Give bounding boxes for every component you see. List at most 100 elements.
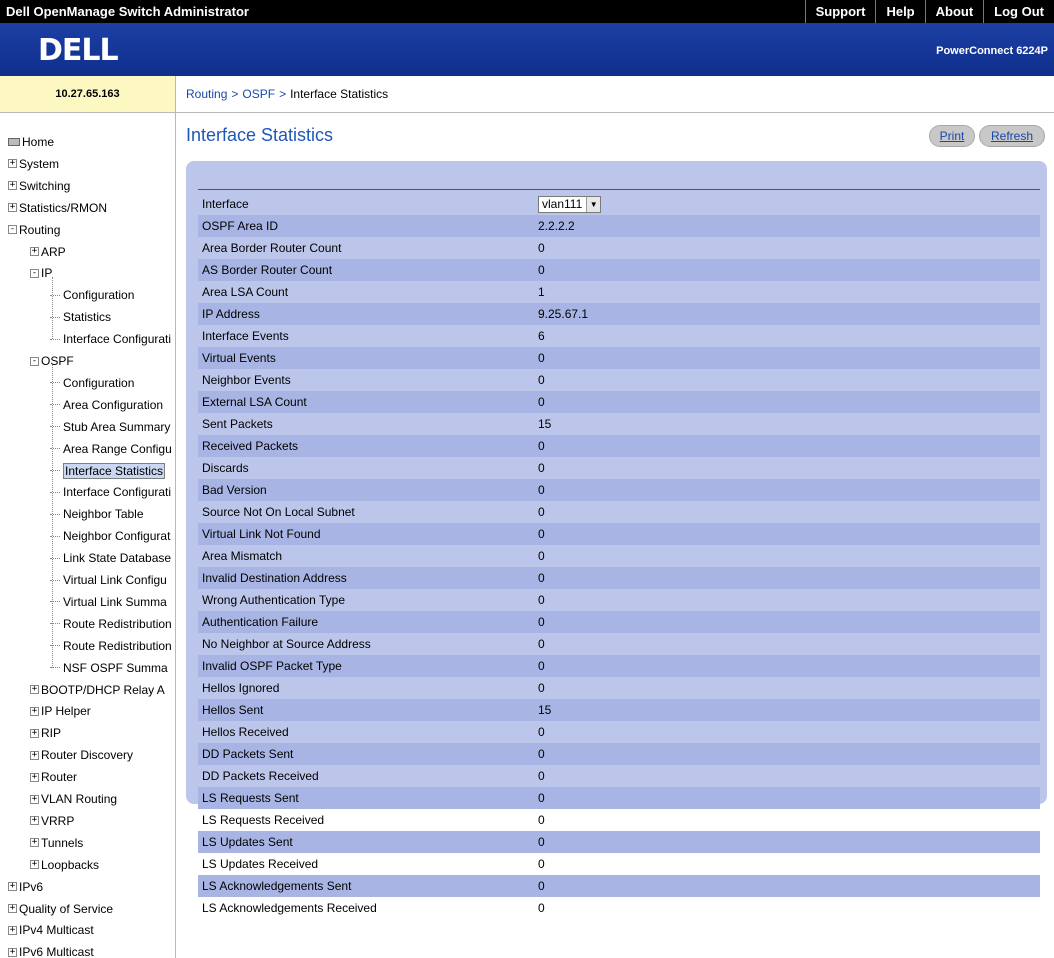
sidebar-item[interactable]: + IP Helper [30,701,91,721]
sidebar-item[interactable]: Area Configuration [50,395,163,415]
expand-icon[interactable]: + [30,685,39,694]
expand-icon[interactable]: + [8,947,17,957]
sidebar-item[interactable]: + Tunnels [30,833,83,853]
stat-value: 0 [538,241,545,255]
stat-label: Virtual Events [202,351,276,365]
expand-icon[interactable]: + [30,247,39,256]
sidebar-item[interactable]: + Loopbacks [30,855,99,875]
stat-label: Sent Packets [202,417,273,431]
sidebar-item[interactable]: Virtual Link Summa [50,592,167,612]
stat-value: 0 [538,483,545,497]
sidebar-item[interactable]: + Router Discovery [30,745,133,765]
table-row: Virtual Link Not Found 0 [198,523,1040,545]
refresh-button[interactable]: Refresh [979,125,1045,147]
stat-label: Hellos Ignored [202,681,280,695]
table-row: LS Requests Received 0 [198,809,1040,831]
sidebar-item-label: BOOTP/DHCP Relay A [41,682,165,697]
expand-icon[interactable]: + [30,794,39,804]
breadcrumb-ospf[interactable]: OSPF [242,87,275,101]
table-row: LS Requests Sent 0 [198,787,1040,809]
sidebar-item[interactable]: Configuration [50,373,134,393]
table-row: LS Acknowledgements Received 0 [198,897,1040,919]
table-row: External LSA Count 0 [198,391,1040,413]
table-row: No Neighbor at Source Address 0 [198,633,1040,655]
sidebar-item[interactable]: - Routing [8,220,60,240]
dell-logo: DELL [38,33,119,68]
stat-value: 0 [538,571,545,585]
sidebar-item[interactable]: + Router [30,767,77,787]
expand-icon[interactable]: + [8,925,17,935]
sidebar-item[interactable]: + ARP [30,242,66,262]
sidebar-item[interactable]: + System [8,154,59,174]
sidebar-item[interactable]: + RIP [30,723,61,743]
sidebar-item-label: IP [41,266,53,281]
help-link[interactable]: Help [875,0,924,23]
interface-select[interactable]: vlan111 ▼ [538,195,602,213]
expand-icon[interactable]: + [30,728,39,738]
expand-icon[interactable]: + [8,181,17,191]
stat-value: 0 [538,813,545,827]
table-row: Virtual Events 0 [198,347,1040,369]
main-content: Interface Statistics Print Refresh Inter… [176,113,1054,958]
sidebar-item[interactable]: Statistics [50,307,111,327]
sidebar-item[interactable]: Neighbor Configurat [50,526,170,546]
sidebar-item[interactable]: Interface Statistics [50,461,166,481]
table-row: LS Updates Received 0 [198,853,1040,875]
table-row: Discards 0 [198,457,1040,479]
sidebar-item[interactable]: + IPv6 Multicast [8,942,94,958]
expand-icon[interactable]: + [8,203,17,213]
sidebar-item[interactable]: Area Range Configu [50,439,172,459]
sidebar-item[interactable]: Route Redistribution [50,636,172,656]
expand-icon[interactable]: + [30,750,39,760]
expand-icon[interactable]: + [8,904,17,913]
breadcrumb-separator: > [231,87,239,101]
collapse-icon[interactable]: - [8,225,17,235]
expand-icon[interactable]: + [30,706,39,716]
sidebar-item[interactable]: Route Redistribution [50,614,172,634]
logout-link[interactable]: Log Out [983,0,1054,23]
expand-icon[interactable]: + [30,772,39,782]
sidebar-item-label: Link State Database [63,551,172,566]
sidebar-item[interactable]: + BOOTP/DHCP Relay A [30,680,165,700]
sidebar-item[interactable]: + Quality of Service [8,899,113,919]
stat-value: 0 [538,857,545,871]
stat-label: Source Not On Local Subnet [202,505,355,519]
sidebar-item[interactable]: NSF OSPF Summa [50,658,168,678]
sidebar-item[interactable]: + Switching [8,176,70,196]
collapse-icon[interactable]: - [30,268,39,278]
table-row: DD Packets Received 0 [198,765,1040,787]
collapse-icon[interactable]: - [30,356,39,366]
sidebar-item-label: Routing [19,222,61,237]
sidebar-item[interactable]: + VRRP [30,811,74,831]
table-row: AS Border Router Count 0 [198,259,1040,281]
banner: DELL PowerConnect 6224P [0,23,1054,76]
sidebar-item[interactable]: Configuration [50,285,134,305]
stat-value: 0 [538,659,545,673]
sidebar-item[interactable]: Interface Configurati [50,329,171,349]
expand-icon[interactable]: + [30,816,39,826]
sidebar-item-label: OSPF [41,354,74,368]
expand-icon[interactable]: + [30,838,39,848]
expand-icon[interactable]: + [8,882,17,892]
sidebar-item[interactable]: Virtual Link Configu [50,570,167,590]
sidebar-item-label: System [19,156,60,171]
sidebar-item[interactable]: + IPv6 [8,877,43,897]
sidebar-item[interactable]: + Statistics/RMON [8,198,107,218]
sidebar-item[interactable]: Home [8,132,54,152]
about-link[interactable]: About [924,0,984,23]
stat-label: Virtual Link Not Found [202,527,321,541]
navigation-tree: Home + System + Switching + Statistics/RMON - Ro… [0,113,176,958]
sidebar-item[interactable]: Neighbor Table [50,504,144,524]
print-button[interactable]: Print [929,125,975,147]
sidebar-item[interactable]: + VLAN Routing [30,789,117,809]
table-row: Received Packets 0 [198,435,1040,457]
breadcrumb-routing[interactable]: Routing [186,87,227,101]
sidebar-item[interactable]: - IP [30,263,52,283]
sidebar-item[interactable]: + IPv4 Multicast [8,920,94,940]
sidebar-item[interactable]: Stub Area Summary [50,417,170,437]
support-link[interactable]: Support [804,0,876,23]
expand-icon[interactable]: + [8,159,17,169]
sidebar-item[interactable]: Interface Configurati [50,482,171,502]
sidebar-item[interactable]: Link State Database [50,548,171,568]
expand-icon[interactable]: + [30,860,39,870]
